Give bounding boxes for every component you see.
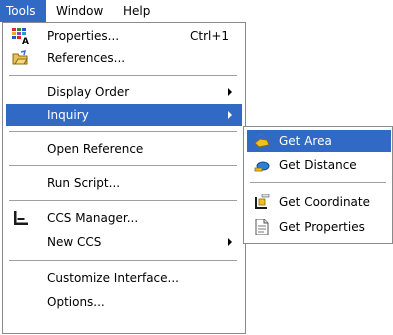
menu-help-label: Help xyxy=(123,4,151,18)
menu-item-references[interactable]: References... xyxy=(6,47,242,69)
menu-item-customize-interface-label: Customize Interface... xyxy=(47,271,179,285)
menu-tools-label: Tools xyxy=(6,4,36,18)
menu-separator xyxy=(9,260,237,262)
submenu-item-get-properties[interactable]: Get Properties xyxy=(247,216,391,238)
get-area-icon xyxy=(253,133,271,149)
svg-text:A: A xyxy=(22,37,29,44)
menu-item-inquiry-label: Inquiry xyxy=(47,108,89,122)
menu-item-open-reference-label: Open Reference xyxy=(47,142,144,156)
submenu-arrow-icon xyxy=(228,111,232,119)
menu-item-new-ccs-label: New CCS xyxy=(47,235,102,249)
menu-item-ccs-manager[interactable]: CCS Manager... xyxy=(6,207,242,229)
submenu-item-get-coordinate[interactable]: Get Coordinate xyxy=(247,191,391,213)
menu-item-options[interactable]: Options... xyxy=(6,291,242,313)
submenu-item-get-coordinate-label: Get Coordinate xyxy=(279,195,370,209)
menu-item-options-label: Options... xyxy=(47,295,105,309)
menu-separator xyxy=(9,131,237,133)
menu-item-customize-interface[interactable]: Customize Interface... xyxy=(6,267,242,289)
inquiry-submenu: Get Area Get Distance Get Coordinate Get… xyxy=(243,126,393,244)
submenu-separator xyxy=(250,182,386,184)
menu-item-properties-shortcut: Ctrl+1 xyxy=(190,29,230,43)
ccs-manager-icon xyxy=(12,210,30,226)
menu-window-label: Window xyxy=(56,4,104,18)
submenu-arrow-icon xyxy=(228,88,232,96)
submenu-item-get-area-label: Get Area xyxy=(279,134,332,148)
menu-item-display-order-label: Display Order xyxy=(47,85,130,99)
menu-window[interactable]: Window xyxy=(50,0,112,22)
menu-separator xyxy=(9,165,237,167)
menu-item-ccs-manager-label: CCS Manager... xyxy=(47,211,139,225)
menu-item-inquiry[interactable]: Inquiry xyxy=(6,104,242,126)
submenu-item-get-area[interactable]: Get Area xyxy=(247,130,391,152)
tools-menu: A Properties... Ctrl+1 References... Dis… xyxy=(2,22,246,334)
get-coordinate-icon xyxy=(253,194,271,210)
menu-separator xyxy=(9,200,237,202)
menu-item-run-script-label: Run Script... xyxy=(47,176,121,190)
menu-separator xyxy=(9,75,237,77)
submenu-item-get-distance-label: Get Distance xyxy=(279,158,357,172)
menu-item-run-script[interactable]: Run Script... xyxy=(6,172,242,194)
submenu-arrow-icon xyxy=(228,238,232,246)
menu-bar: Tools Window Help xyxy=(0,0,393,22)
get-distance-icon xyxy=(253,157,271,173)
menu-item-references-label: References... xyxy=(47,51,126,65)
menu-item-properties[interactable]: A Properties... Ctrl+1 xyxy=(6,25,242,47)
submenu-item-get-distance[interactable]: Get Distance xyxy=(247,154,391,176)
menu-item-new-ccs[interactable]: New CCS xyxy=(6,231,242,253)
menu-help[interactable]: Help xyxy=(117,0,157,22)
submenu-item-get-properties-label: Get Properties xyxy=(279,220,365,234)
menu-item-display-order[interactable]: Display Order xyxy=(6,81,242,103)
menu-item-properties-label: Properties... xyxy=(47,29,120,43)
menu-tools[interactable]: Tools xyxy=(0,0,46,22)
get-properties-icon xyxy=(253,219,271,235)
references-icon xyxy=(12,50,30,66)
properties-icon: A xyxy=(12,28,30,44)
menu-item-open-reference[interactable]: Open Reference xyxy=(6,138,242,160)
